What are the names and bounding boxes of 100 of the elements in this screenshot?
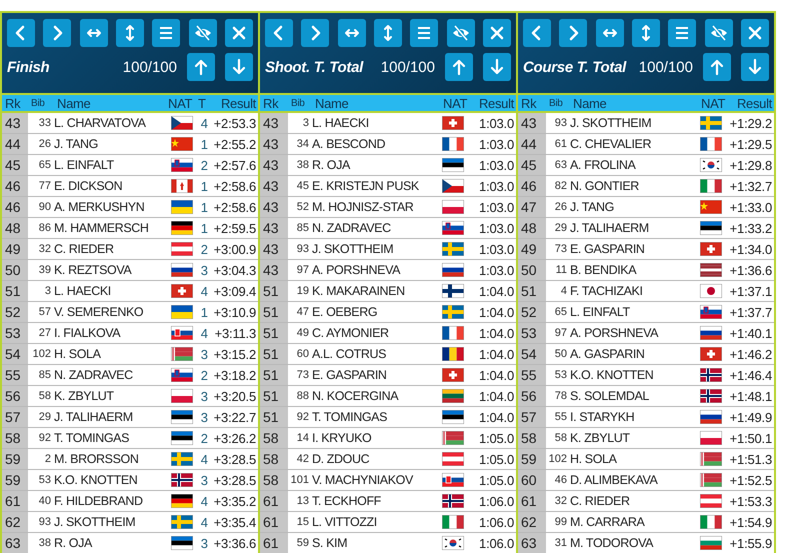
athlete-name: J. TANG: [54, 137, 99, 151]
result-time: 1:03.0: [478, 220, 515, 236]
bib-number: 19: [296, 285, 310, 297]
penalty-count: 4: [200, 116, 208, 130]
heighten-button[interactable]: [116, 19, 144, 47]
previous-button[interactable]: [7, 19, 35, 47]
result-time: +1:29.8: [728, 158, 773, 172]
athlete-name: M. HOJNISZ-STAR: [312, 200, 414, 214]
menu-button[interactable]: [668, 19, 696, 47]
result-time: 1:04.0: [478, 368, 515, 382]
column-header: Result: [220, 96, 258, 110]
rank-cell: 59: [2, 449, 28, 469]
result-time: +3:00.9: [212, 242, 257, 256]
scroll-up-button[interactable]: [703, 53, 731, 81]
bib-number: 86: [38, 222, 52, 234]
hide-button[interactable]: [704, 19, 733, 47]
heighten-button[interactable]: [632, 19, 660, 47]
bib-number: 85: [38, 369, 52, 381]
bib-number: 92: [38, 432, 52, 444]
result-time: +3:09.4: [212, 284, 257, 298]
rank-cell: 54: [2, 344, 28, 364]
close-button[interactable]: [224, 19, 253, 47]
eye-slash-icon: [194, 24, 212, 42]
rank-cell: 46: [518, 176, 546, 196]
scroll-down-button[interactable]: [741, 53, 769, 81]
result-time: +2:55.2: [212, 136, 257, 152]
athlete-name: H. SOLA: [54, 347, 102, 361]
result-time: +1:32.7: [728, 178, 773, 194]
bib-number: 102: [32, 348, 52, 360]
bib-number: 26: [38, 138, 52, 150]
scroll-down-button[interactable]: [483, 53, 511, 81]
scroll-up-button[interactable]: [445, 53, 473, 81]
penalty-count: 2: [200, 242, 208, 256]
penalty-count: 3: [200, 472, 208, 488]
athlete-name: N. KOCERGINA: [312, 389, 400, 403]
hide-button[interactable]: [446, 19, 475, 47]
rank-cell: 52: [518, 302, 546, 322]
rank-cell: 51: [260, 281, 288, 301]
rank-cell: 58: [260, 449, 288, 469]
rank-cell: 55: [518, 365, 546, 385]
bib-number: 63: [554, 159, 568, 171]
penalty-count: 1: [200, 220, 208, 236]
close-button[interactable]: [482, 19, 511, 47]
widen-button[interactable]: [596, 19, 624, 47]
next-button[interactable]: [559, 19, 588, 47]
athlete-name: D. ALIMBEKAVA: [570, 473, 659, 487]
penalty-count: 1: [200, 178, 208, 194]
hide-button[interactable]: [188, 19, 217, 47]
previous-button[interactable]: [265, 19, 293, 47]
athlete-name: E. GASPARIN: [570, 242, 646, 256]
result-time: +3:15.2: [212, 346, 257, 362]
next-button[interactable]: [301, 19, 330, 47]
result-time: +3:28.5: [212, 472, 257, 488]
next-button[interactable]: [43, 19, 72, 47]
arrow-down-icon: [488, 58, 506, 76]
menu-button[interactable]: [152, 19, 180, 47]
rank-cell: 62: [518, 512, 546, 532]
result-time: 1:04.0: [478, 304, 515, 320]
rank-cell: 50: [2, 260, 28, 280]
result-time: +1:37.1: [728, 284, 773, 298]
widen-button[interactable]: [338, 19, 366, 47]
rank-cell: 49: [2, 239, 28, 259]
scroll-down-button[interactable]: [225, 53, 253, 81]
result-time: +1:40.1: [728, 326, 773, 340]
bib-number: 15: [296, 516, 310, 528]
athlete-name: T. TOMINGAS: [54, 431, 130, 445]
rank-cell: 61: [2, 491, 28, 511]
result-time: 1:04.0: [478, 326, 515, 340]
menu-button[interactable]: [410, 19, 438, 47]
column-header: Rk: [262, 96, 280, 110]
rank-cell: 63: [2, 533, 28, 553]
rank-cell: 43: [260, 218, 288, 238]
eye-slash-icon: [452, 24, 470, 42]
result-time: +3:11.3: [214, 326, 257, 340]
rank-cell: 51: [2, 281, 28, 301]
bib-number: 97: [554, 327, 568, 339]
athlete-name: M. HAMMERSCH: [54, 221, 150, 235]
athlete-name: S. SOLEMDAL: [570, 389, 650, 403]
bib-number: 93: [38, 516, 52, 528]
athlete-name: H. SOLA: [570, 452, 618, 466]
bib-number: 59: [296, 537, 310, 549]
bib-number: 42: [296, 453, 310, 465]
scroll-up-button[interactable]: [187, 53, 215, 81]
athlete-name: B. BENDIKA: [570, 263, 638, 277]
previous-button[interactable]: [523, 19, 551, 47]
close-button[interactable]: [740, 19, 769, 47]
result-time: 1:05.0: [478, 472, 515, 488]
athlete-name: I. KRYUKO: [312, 431, 372, 445]
athlete-name: K.O. KNOTTEN: [54, 473, 138, 487]
penalty-count: 2: [200, 430, 208, 446]
result-count: 100/100: [380, 58, 435, 76]
bib-number: 93: [554, 117, 568, 129]
column-header: Name: [572, 96, 608, 110]
athlete-name: A. PORSHNEVA: [570, 326, 660, 340]
athlete-name: V. MACHYNIAKOV: [312, 473, 414, 487]
widen-button[interactable]: [80, 19, 108, 47]
bib-number: 58: [38, 390, 52, 402]
heighten-button[interactable]: [374, 19, 402, 47]
rank-cell: 47: [518, 197, 546, 217]
athlete-name: N. ZADRAVEC: [312, 221, 392, 235]
